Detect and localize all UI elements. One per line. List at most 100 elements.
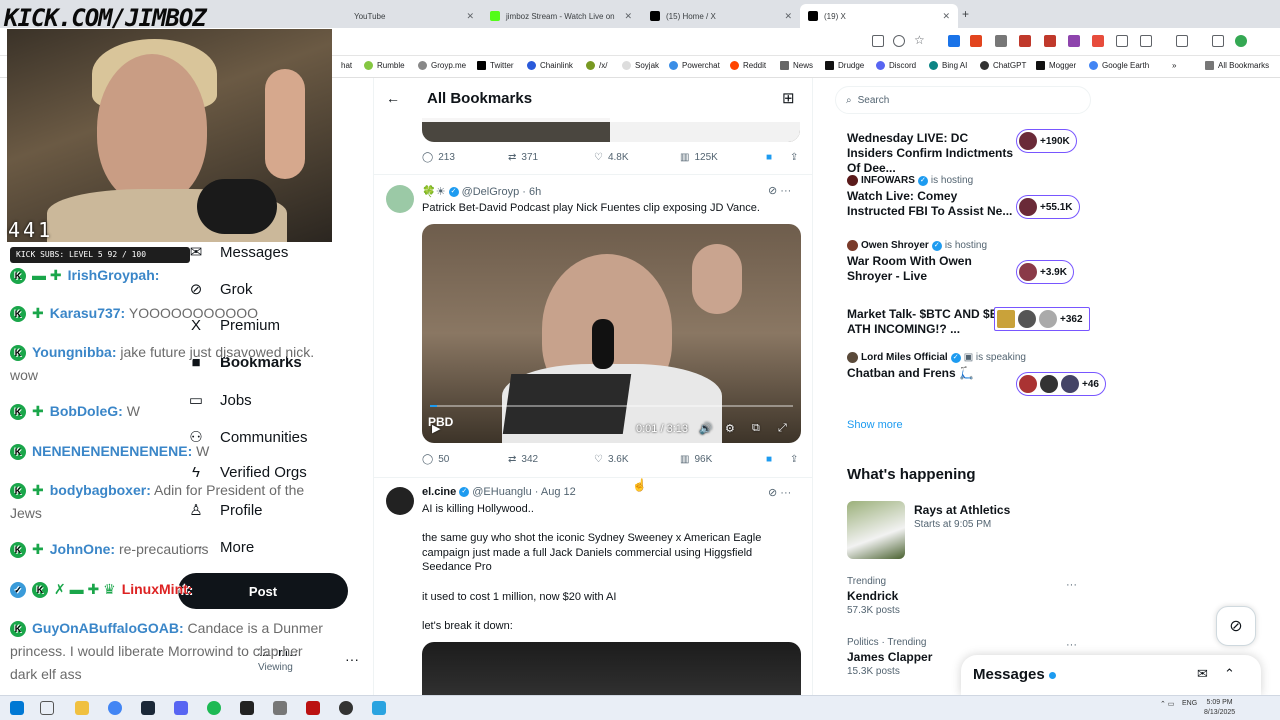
trend-item[interactable]: Trending Kendrick 57.3K posts <box>847 576 1077 616</box>
sidepanel-icon[interactable] <box>1176 35 1188 47</box>
bookmark-button[interactable]: ■ <box>766 454 772 465</box>
bookmark-item[interactable]: Drudge <box>825 61 864 70</box>
new-message-icon[interactable]: ✉ <box>1197 666 1208 682</box>
tray-icons[interactable]: ⌃ ▭ <box>1160 700 1174 708</box>
bookmark-item[interactable]: /x/ <box>586 61 607 70</box>
back-arrow-icon[interactable]: ← <box>386 90 400 106</box>
live-space[interactable]: INFOWARS ✓ is hosting Watch Live: Comey In… <box>847 175 1017 219</box>
bookmark-item[interactable]: Rumble <box>364 61 405 70</box>
tab-x-active[interactable]: (19) X ✕ <box>800 4 958 28</box>
bookmark-item[interactable]: Groyp.me <box>418 61 466 70</box>
tweet-tools[interactable]: ⊘ ··· <box>768 486 791 499</box>
bookmark-item[interactable]: Chainlink <box>527 61 573 70</box>
views-button[interactable]: ▥ 96K <box>680 454 712 465</box>
spotify-icon[interactable] <box>207 701 221 715</box>
like-button[interactable]: ♡ 4.8K <box>594 152 629 163</box>
fullscreen-icon[interactable]: ⤢ <box>778 422 787 435</box>
bookmark-item[interactable]: Discord <box>876 61 916 70</box>
install-icon[interactable] <box>872 35 884 47</box>
language-indicator[interactable]: ENG <box>1182 700 1197 707</box>
bookmark-button[interactable]: ■ <box>766 152 772 163</box>
app-icon[interactable] <box>240 701 254 715</box>
tab-x-home[interactable]: (15) Home / X ✕ <box>642 4 800 28</box>
trend-more-icon[interactable]: ··· <box>1066 579 1077 591</box>
chevron-up-icon[interactable]: ⌃ <box>1224 666 1235 682</box>
account-more-icon[interactable]: ··· <box>345 651 359 667</box>
extension-icon[interactable] <box>1019 35 1031 47</box>
video-progress-bar[interactable] <box>430 405 793 407</box>
chrome-icon[interactable] <box>108 701 122 715</box>
app-icon[interactable] <box>306 701 320 715</box>
tab-youtube[interactable]: YouTube ✕ <box>346 4 482 28</box>
space-listeners[interactable]: +46 <box>1016 372 1106 396</box>
bookmark-item[interactable]: Soyjak <box>622 61 659 70</box>
new-tab-icon[interactable]: + <box>962 7 969 21</box>
bookmark-item[interactable]: Twitter <box>477 61 514 70</box>
extensions-puzzle-icon[interactable] <box>1140 35 1152 47</box>
space-listeners[interactable]: +190K <box>1016 129 1077 153</box>
app-icon[interactable] <box>273 701 287 715</box>
bookmark-item[interactable]: Powerchat <box>669 61 720 70</box>
bookmark-item[interactable]: ChatGPT <box>980 61 1026 70</box>
live-space[interactable]: Owen Shroyer ✓ is hosting War Room With Ow… <box>847 240 1017 284</box>
bookmark-item[interactable]: Bing AI <box>929 61 967 70</box>
reply-button[interactable]: ◯ 213 <box>422 152 455 163</box>
steam-icon[interactable] <box>141 701 155 715</box>
grok-button[interactable]: ⊘ <box>1216 606 1256 646</box>
new-bookmark-folder-icon[interactable]: ⊞ <box>782 89 795 107</box>
all-bookmarks-folder[interactable]: All Bookmarks <box>1205 61 1269 70</box>
tab-kick[interactable]: jimboz Stream - Watch Live on ✕ <box>482 4 640 28</box>
extension-icon[interactable] <box>1116 35 1128 47</box>
avatar[interactable] <box>386 487 414 515</box>
bookmark-item[interactable]: Google Earth <box>1089 61 1149 70</box>
star-icon[interactable]: ☆ <box>914 33 926 47</box>
menu-icon[interactable] <box>1212 35 1224 47</box>
extension-icon[interactable] <box>970 35 982 47</box>
like-button[interactable]: ♡ 3.6K <box>594 454 629 465</box>
repost-button[interactable]: ⇄ 342 <box>508 454 538 465</box>
close-icon[interactable]: ✕ <box>624 11 632 22</box>
play-icon[interactable]: ▶ <box>432 422 440 435</box>
live-space[interactable]: Wednesday LIVE: DC Insiders Confirm Indi… <box>847 128 1017 176</box>
extension-icon[interactable] <box>1068 35 1080 47</box>
avatar[interactable] <box>386 185 414 213</box>
extension-icon[interactable] <box>1044 35 1056 47</box>
tweet-tools[interactable]: ⊘ ··· <box>768 184 791 197</box>
tweet-media[interactable] <box>422 642 801 695</box>
zoom-icon[interactable] <box>893 35 905 47</box>
profile-avatar[interactable] <box>1235 35 1247 47</box>
close-icon[interactable]: ✕ <box>942 11 950 22</box>
bookmark-item[interactable]: Reddit <box>730 61 766 70</box>
extension-icon[interactable] <box>948 35 960 47</box>
repost-button[interactable]: ⇄ 371 <box>508 152 538 163</box>
extension-icon[interactable] <box>995 35 1007 47</box>
video-player[interactable]: PBD ▶ 0:01 / 3:13 🔊 ⚙ ⧉ ⤢ <box>422 224 801 443</box>
share-button[interactable]: ⇪ <box>790 152 798 163</box>
bookmark-item[interactable]: Mogger <box>1036 61 1076 70</box>
extension-icon[interactable] <box>1092 35 1104 47</box>
windows-start-icon[interactable] <box>10 701 24 715</box>
clock[interactable]: 5:09 PM 8/13/2025 <box>1204 698 1235 718</box>
pip-icon[interactable]: ⧉ <box>752 422 760 435</box>
close-icon[interactable]: ✕ <box>466 11 474 22</box>
settings-icon[interactable]: ⚙ <box>725 422 735 435</box>
space-listeners[interactable]: +362 <box>994 307 1090 331</box>
event-title[interactable]: Rays at Athletics <box>914 503 1010 517</box>
event-image[interactable] <box>847 501 905 559</box>
live-space[interactable]: Lord Miles Official ✓ ▣ is speaking Chatba… <box>847 352 1026 381</box>
chevron-right-icon[interactable]: » <box>1172 61 1176 70</box>
file-explorer-icon[interactable] <box>75 701 89 715</box>
close-icon[interactable]: ✕ <box>784 11 792 22</box>
bookmark-item[interactable]: News <box>780 61 813 70</box>
share-button[interactable]: ⇪ <box>790 454 798 465</box>
reply-button[interactable]: ◯ 50 <box>422 454 449 465</box>
discord-icon[interactable] <box>174 701 188 715</box>
live-space[interactable]: Market Talk- $BTC AND $ETH ATH INCOMING!… <box>847 307 1017 337</box>
views-button[interactable]: ▥ 125K <box>680 152 718 163</box>
obs-icon[interactable] <box>339 701 353 715</box>
space-listeners[interactable]: +55.1K <box>1016 195 1080 219</box>
telegram-icon[interactable] <box>372 701 386 715</box>
show-more-link[interactable]: Show more <box>847 419 903 431</box>
task-view-icon[interactable] <box>40 701 54 715</box>
space-listeners[interactable]: +3.9K <box>1016 260 1074 284</box>
